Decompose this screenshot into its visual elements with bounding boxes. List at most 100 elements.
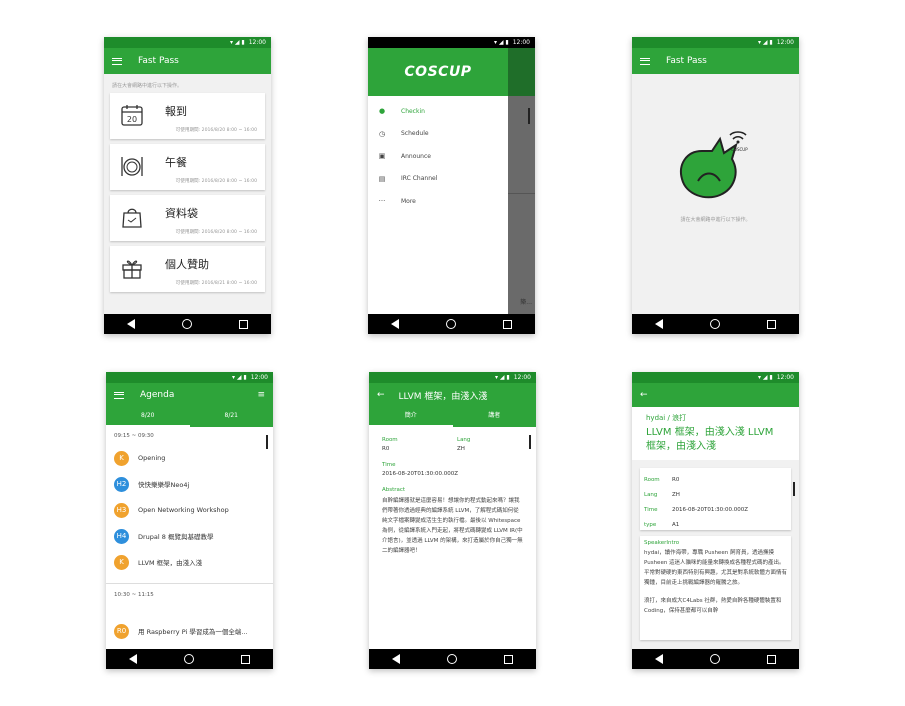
info-row: Room R0 <box>644 472 787 487</box>
time-label: Time <box>382 462 396 468</box>
menu-icon[interactable] <box>114 391 124 399</box>
session-title: LLVM 框架，由淺入淺 <box>398 391 488 402</box>
list-item[interactable]: H3 Open Networking Workshop <box>106 497 273 523</box>
drawer-item-label: More <box>401 197 416 205</box>
scrollbar[interactable] <box>529 435 531 449</box>
back-icon[interactable] <box>127 319 136 329</box>
list-item[interactable]: K LLVM 框架，由淺入淺 <box>106 549 273 575</box>
recents-icon[interactable] <box>240 654 250 664</box>
home-icon[interactable] <box>445 319 456 329</box>
filter-icon[interactable]: ≡ <box>257 390 265 400</box>
chat-icon: ▤ <box>378 174 386 183</box>
scrollbar[interactable] <box>266 435 268 449</box>
back-icon[interactable] <box>392 654 401 664</box>
tab-day2[interactable]: 8/21 <box>190 407 274 427</box>
room-field: Room R0 <box>382 437 457 452</box>
session-title: Open Networking Workshop <box>138 506 229 514</box>
list-item[interactable]: H4 Drupal 8 概覽與基礎教學 <box>106 523 273 549</box>
back-icon[interactable] <box>655 654 664 664</box>
list-item[interactable]: K Opening <box>106 445 273 471</box>
menu-icon[interactable] <box>112 57 122 65</box>
hint-text: 請在大會網路中進行以下操作。 <box>112 83 183 89</box>
home-icon[interactable] <box>183 654 194 664</box>
bag-card[interactable]: 資料袋 可使用期間: 2016/8/20 8:00 ~ 16:00 <box>110 195 265 241</box>
detail-tabs: 簡介 講者 <box>369 407 536 427</box>
lang-value: ZH <box>457 446 465 452</box>
nav-bar <box>368 314 535 334</box>
scrollbar[interactable] <box>793 482 795 496</box>
tab-intro[interactable]: 簡介 <box>369 407 453 427</box>
info-key: Lang <box>644 491 658 498</box>
divider <box>106 583 273 584</box>
home-icon[interactable] <box>709 654 720 664</box>
calendar-icon: 20 <box>120 103 144 127</box>
gift-card[interactable]: 個人贊助 可使用期間: 2016/8/21 8:00 ~ 16:00 <box>110 246 265 292</box>
info-value: 2016-08-20T01:30:00.000Z <box>672 506 749 513</box>
more-icon: ··· <box>378 197 386 206</box>
phone-agenda: ▾ ◢ ▮ 12:00 Agenda ≡ 8/20 8/21 09:15 ~ 09… <box>106 372 273 669</box>
scrim-appbar <box>508 48 535 96</box>
card-title: 資料袋 <box>165 207 198 220</box>
lunch-card[interactable]: 午餐 可使用期間: 2016/8/20 8:00 ~ 16:00 <box>110 144 265 190</box>
card-subtitle: 可使用期間: 2016/8/21 8:00 ~ 16:00 <box>175 281 257 286</box>
time-slot-header: 09:15 ~ 09:30 <box>114 433 154 439</box>
back-icon[interactable] <box>391 319 400 329</box>
status-bar: ▾ ◢ ▮ 12:00 <box>106 372 273 383</box>
session-title: 快快樂樂學Neo4j <box>138 481 190 489</box>
tab-speaker[interactable]: 講者 <box>453 407 537 427</box>
recents-icon[interactable] <box>766 319 776 329</box>
recents-icon[interactable] <box>503 654 513 664</box>
nav-bar <box>369 649 536 669</box>
home-icon[interactable] <box>181 319 192 329</box>
drawer-item-announce[interactable]: ▣ Announce <box>368 145 508 168</box>
status-time: 12:00 <box>248 39 266 46</box>
drawer-item-irc[interactable]: ▤ IRC Channel <box>368 168 508 191</box>
app-bar: Agenda ≡ <box>106 383 273 407</box>
status-bar: ▾ ◢ ▮ 12:00 <box>104 37 271 48</box>
phone-session-detail: ▾ ◢ ▮ 12:00 ← LLVM 框架，由淺入淺 簡介 講者 Room R0 L… <box>369 372 536 669</box>
checkin-card[interactable]: 20 報到 可使用期間: 2016/8/20 8:00 ~ 16:00 <box>110 93 265 139</box>
info-row: Time 2016-08-20T01:30:00.000Z <box>644 502 787 517</box>
scrollbar[interactable] <box>528 108 530 124</box>
status-icons: ▾ ◢ ▮ <box>231 374 247 381</box>
list-item[interactable]: R0 用 Raspberry Pi 學習成為一個全端... <box>106 618 273 644</box>
agenda-list: 09:15 ~ 09:30 K Opening H2 快快樂樂學Neo4j H3 Op… <box>106 427 273 649</box>
recents-icon[interactable] <box>238 319 248 329</box>
back-arrow-icon[interactable]: ← <box>377 390 385 400</box>
back-arrow-icon[interactable]: ← <box>640 390 648 400</box>
calendar-day: 20 <box>127 115 137 124</box>
recents-icon[interactable] <box>502 319 512 329</box>
drawer-item-checkin[interactable]: ● Checkin <box>368 100 508 123</box>
lunch-icon <box>120 154 144 178</box>
home-icon[interactable] <box>446 654 457 664</box>
status-icons: ▾ ◢ ▮ <box>229 39 245 46</box>
drawer-scrim[interactable]: 築... <box>508 48 535 314</box>
status-icons: ▾ ◢ ▮ <box>757 374 773 381</box>
info-value: R0 <box>672 476 680 483</box>
menu-icon[interactable] <box>640 57 650 65</box>
nav-bar <box>106 649 273 669</box>
room-lang-row: Room R0 Lang ZH <box>382 437 523 452</box>
nav-bar <box>632 649 799 669</box>
drawer-item-label: Announce <box>401 152 431 160</box>
list-item[interactable]: H2 快快樂樂學Neo4j <box>106 471 273 497</box>
home-icon[interactable] <box>709 319 720 329</box>
card-title: 個人贊助 <box>165 258 209 271</box>
speaker-intro-box: SpeakerIntro hydai，讀作海帶，專職 Pusheen 飼育員，透… <box>640 536 791 640</box>
drawer-item-label: IRC Channel <box>401 175 438 183</box>
recents-icon[interactable] <box>766 654 776 664</box>
room-badge: K <box>114 450 129 466</box>
drawer-item-more[interactable]: ··· More <box>368 190 508 213</box>
back-icon[interactable] <box>129 654 138 664</box>
drawer-header: COSCUP <box>368 48 508 96</box>
drawer-item-schedule[interactable]: ◷ Schedule <box>368 123 508 146</box>
speaker-name: hydai / 浪打 <box>646 414 687 422</box>
back-icon[interactable] <box>655 319 664 329</box>
room-badge: K <box>114 554 129 570</box>
card-subtitle: 可使用期間: 2016/8/20 8:00 ~ 16:00 <box>175 128 257 133</box>
room-badge: H2 <box>114 476 129 492</box>
app-bar: Fast Pass <box>104 48 271 74</box>
tab-day1[interactable]: 8/20 <box>106 407 190 427</box>
bag-icon <box>120 205 144 229</box>
fastpass-content: 請在大會網路中進行以下操作。 20 報到 可使用期間: 2016/8/20 8:… <box>104 74 271 314</box>
